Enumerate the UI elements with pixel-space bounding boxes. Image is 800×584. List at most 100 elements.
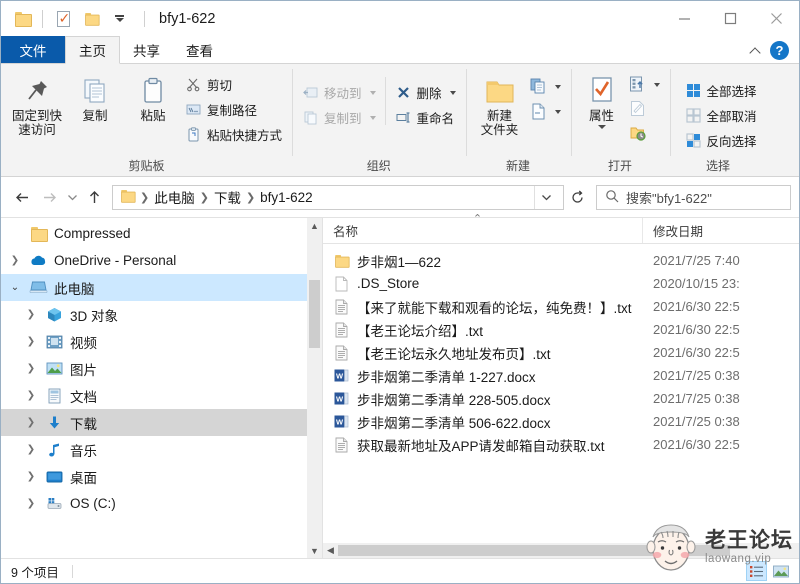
nav-item-label: 文档	[70, 389, 97, 405]
chevron-up-icon[interactable]	[750, 44, 763, 57]
nav-pane-scrollbar[interactable]: ▲ ▼	[307, 218, 322, 558]
table-row[interactable]: 【老王论坛永久地址发布页】.txt 2021/6/30 22:5	[323, 341, 799, 364]
table-row[interactable]: 【来了就能下载和观看的论坛，纯免费！】.txt 2021/6/30 22:5	[323, 295, 799, 318]
properties-icon[interactable]	[52, 8, 74, 30]
chevron-right-icon[interactable]: ❯	[23, 444, 39, 455]
scroll-up-icon[interactable]: ▲	[307, 218, 322, 233]
nav-item-os-drive[interactable]: ❯ OS (C:)	[1, 490, 322, 517]
scroll-down-icon[interactable]: ▼	[307, 543, 322, 558]
invert-selection-button[interactable]: 反向选择	[682, 129, 760, 152]
delete-button[interactable]: 删除	[392, 81, 459, 104]
chevron-right-icon[interactable]: ❯	[23, 336, 39, 347]
copy-button[interactable]: 复制	[66, 69, 124, 123]
chevron-right-icon[interactable]: ❯	[23, 471, 39, 482]
chevron-down-icon[interactable]	[449, 90, 456, 95]
nav-item-onedrive[interactable]: ❯ OneDrive - Personal	[1, 247, 322, 274]
chevron-right-icon[interactable]: ❯	[23, 309, 39, 320]
tab-file[interactable]: 文件	[1, 36, 65, 63]
close-button[interactable]	[753, 1, 799, 36]
forward-button[interactable]	[36, 184, 63, 211]
details-view-button[interactable]	[746, 561, 767, 581]
nav-item-music[interactable]: ❯ 音乐	[1, 436, 322, 463]
nav-item-videos[interactable]: ❯ 视频	[1, 328, 322, 355]
open-with-button[interactable]	[626, 73, 663, 96]
back-button[interactable]	[9, 184, 36, 211]
file-list-hscrollbar[interactable]: ◀	[323, 543, 799, 558]
paste-button[interactable]: 粘贴	[124, 69, 182, 123]
chevron-right-icon[interactable]: ❯	[23, 417, 39, 428]
cut-button[interactable]: 剪切	[182, 73, 285, 96]
properties-button[interactable]: 属性	[578, 69, 626, 129]
chevron-down-icon[interactable]	[369, 90, 376, 95]
nav-item-label: 音乐	[70, 443, 97, 459]
customize-caret-icon[interactable]	[108, 8, 130, 30]
help-icon[interactable]: ?	[770, 40, 789, 60]
nav-item-pictures[interactable]: ❯ 图片	[1, 355, 322, 382]
large-icons-view-button[interactable]	[770, 561, 791, 581]
folder-icon[interactable]	[11, 8, 33, 30]
tab-home[interactable]: 主页	[65, 36, 120, 64]
new-folder-icon[interactable]	[80, 8, 102, 30]
nav-item-downloads[interactable]: ❯ 下载	[1, 409, 322, 436]
move-to-button[interactable]: 移动到	[299, 81, 379, 104]
search-input[interactable]: 搜索"bfy1-622"	[596, 184, 791, 210]
new-folder-button[interactable]: 新建 文件夹	[473, 69, 527, 137]
recent-locations-button[interactable]	[63, 184, 81, 211]
edit-button[interactable]	[626, 97, 663, 120]
table-row[interactable]: .DS_Store 2020/10/15 23:	[323, 272, 799, 295]
chevron-down-icon[interactable]: ⌄	[7, 282, 23, 293]
table-row[interactable]: W 步非烟第二季清单 506-622.docx 2021/7/25 0:38	[323, 410, 799, 433]
paste-shortcut-button[interactable]: 粘贴快捷方式	[182, 123, 285, 146]
rename-button[interactable]: 重命名	[392, 106, 459, 129]
breadcrumb[interactable]: ❯ 此电脑 ❯ 下载 ❯ bfy1-622	[112, 184, 564, 210]
delete-x-icon	[395, 84, 412, 101]
new-item-button[interactable]	[527, 75, 564, 98]
breadcrumb-item-0[interactable]: 此电脑	[150, 187, 199, 207]
breadcrumb-item-1[interactable]: 下载	[210, 187, 245, 207]
scrollbar-thumb[interactable]	[309, 280, 320, 348]
copy-path-button[interactable]: 复制路径	[182, 98, 285, 121]
table-row[interactable]: 步非烟1—622 2021/7/25 7:40	[323, 249, 799, 272]
folder-icon	[120, 189, 136, 205]
table-row[interactable]: 获取最新地址及APP请发邮箱自动获取.txt 2021/6/30 22:5	[323, 433, 799, 456]
tab-share[interactable]: 共享	[120, 36, 173, 63]
nav-item-3d-objects[interactable]: ❯ 3D 对象	[1, 301, 322, 328]
history-button[interactable]	[626, 121, 663, 144]
select-all-button[interactable]: 全部选择	[682, 79, 760, 102]
select-none-button[interactable]: 全部取消	[682, 104, 760, 127]
table-row[interactable]: 【老王论坛介绍】.txt 2021/6/30 22:5	[323, 318, 799, 341]
chevron-right-icon[interactable]: ❯	[7, 255, 23, 266]
copy-to-icon	[302, 109, 319, 126]
chevron-right-icon[interactable]: ❯	[23, 498, 39, 509]
downloads-icon	[45, 415, 64, 431]
tab-view[interactable]: 查看	[173, 36, 226, 63]
refresh-button[interactable]	[564, 184, 591, 211]
up-button[interactable]	[81, 184, 108, 211]
chevron-right-icon[interactable]: ❯	[23, 363, 39, 374]
copy-path-icon	[185, 101, 202, 118]
copy-to-button[interactable]: 复制到	[299, 106, 379, 129]
column-header-name[interactable]: ⌃ 名称	[323, 213, 643, 243]
address-dropdown-button[interactable]	[534, 185, 558, 209]
maximize-button[interactable]	[707, 1, 753, 36]
chevron-right-icon[interactable]: ❯	[23, 390, 39, 401]
pin-to-quick-access-button[interactable]: 固定到快 速访问	[8, 69, 66, 137]
breadcrumb-item-2[interactable]: bfy1-622	[256, 190, 317, 205]
title-bar: bfy1-622	[1, 1, 799, 36]
chevron-down-icon[interactable]	[554, 109, 561, 114]
scrollbar-thumb[interactable]	[338, 545, 730, 556]
column-header-date[interactable]: 修改日期	[643, 218, 703, 243]
minimize-button[interactable]	[661, 1, 707, 36]
scroll-left-icon[interactable]: ◀	[323, 543, 338, 558]
table-row[interactable]: W 步非烟第二季清单 1-227.docx 2021/7/25 0:38	[323, 364, 799, 387]
nav-item-documents[interactable]: ❯ 文档	[1, 382, 322, 409]
easy-access-button[interactable]	[527, 100, 564, 123]
nav-item-desktop[interactable]: ❯ 桌面	[1, 463, 322, 490]
chevron-down-icon[interactable]	[554, 84, 561, 89]
chevron-down-icon[interactable]	[653, 82, 660, 87]
nav-item-compressed[interactable]: Compressed	[1, 220, 322, 247]
chevron-down-icon[interactable]	[597, 125, 606, 129]
table-row[interactable]: W 步非烟第二季清单 228-505.docx 2021/7/25 0:38	[323, 387, 799, 410]
nav-item-this-pc[interactable]: ⌄ 此电脑	[1, 274, 322, 301]
chevron-down-icon[interactable]	[369, 115, 376, 120]
